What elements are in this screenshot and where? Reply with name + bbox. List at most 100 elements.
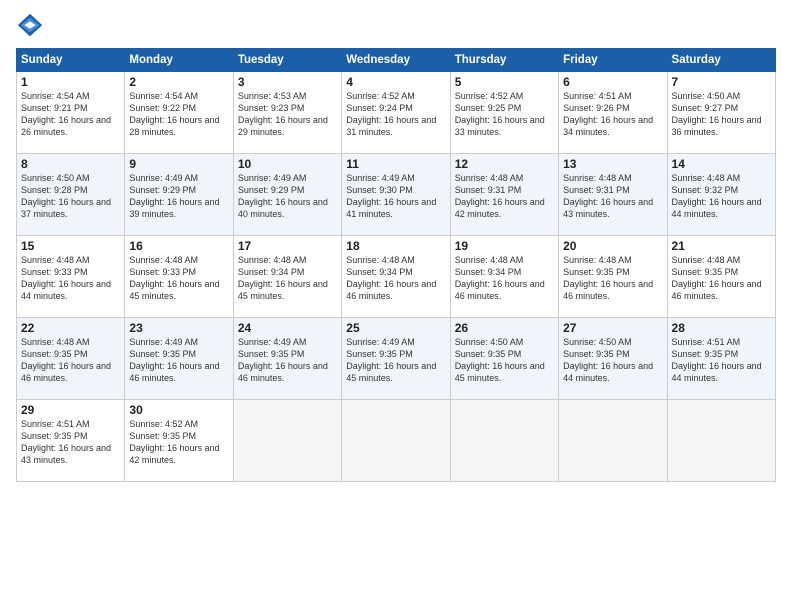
day-number: 1 (21, 75, 120, 89)
day-info: Sunrise: 4:49 AM Sunset: 9:29 PM Dayligh… (238, 172, 337, 221)
day-info: Sunrise: 4:48 AM Sunset: 9:33 PM Dayligh… (21, 254, 120, 303)
day-info: Sunrise: 4:48 AM Sunset: 9:32 PM Dayligh… (672, 172, 771, 221)
col-header-friday: Friday (559, 49, 667, 72)
day-number: 30 (129, 403, 228, 417)
day-info: Sunrise: 4:50 AM Sunset: 9:35 PM Dayligh… (563, 336, 662, 385)
calendar-cell: 26 Sunrise: 4:50 AM Sunset: 9:35 PM Dayl… (450, 318, 558, 400)
logo-icon (16, 12, 44, 40)
calendar-cell: 22 Sunrise: 4:48 AM Sunset: 9:35 PM Dayl… (17, 318, 125, 400)
day-number: 18 (346, 239, 445, 253)
calendar-cell: 14 Sunrise: 4:48 AM Sunset: 9:32 PM Dayl… (667, 154, 775, 236)
calendar-cell: 12 Sunrise: 4:48 AM Sunset: 9:31 PM Dayl… (450, 154, 558, 236)
col-header-tuesday: Tuesday (233, 49, 341, 72)
day-info: Sunrise: 4:49 AM Sunset: 9:35 PM Dayligh… (129, 336, 228, 385)
calendar-cell: 20 Sunrise: 4:48 AM Sunset: 9:35 PM Dayl… (559, 236, 667, 318)
calendar-cell: 3 Sunrise: 4:53 AM Sunset: 9:23 PM Dayli… (233, 72, 341, 154)
day-info: Sunrise: 4:51 AM Sunset: 9:35 PM Dayligh… (672, 336, 771, 385)
day-number: 20 (563, 239, 662, 253)
day-info: Sunrise: 4:48 AM Sunset: 9:33 PM Dayligh… (129, 254, 228, 303)
day-number: 25 (346, 321, 445, 335)
calendar-cell: 5 Sunrise: 4:52 AM Sunset: 9:25 PM Dayli… (450, 72, 558, 154)
day-info: Sunrise: 4:49 AM Sunset: 9:30 PM Dayligh… (346, 172, 445, 221)
calendar-week-4: 22 Sunrise: 4:48 AM Sunset: 9:35 PM Dayl… (17, 318, 776, 400)
calendar-table: SundayMondayTuesdayWednesdayThursdayFrid… (16, 48, 776, 482)
day-number: 23 (129, 321, 228, 335)
day-info: Sunrise: 4:50 AM Sunset: 9:35 PM Dayligh… (455, 336, 554, 385)
day-number: 15 (21, 239, 120, 253)
calendar-cell: 17 Sunrise: 4:48 AM Sunset: 9:34 PM Dayl… (233, 236, 341, 318)
day-number: 24 (238, 321, 337, 335)
calendar-cell: 9 Sunrise: 4:49 AM Sunset: 9:29 PM Dayli… (125, 154, 233, 236)
day-info: Sunrise: 4:49 AM Sunset: 9:35 PM Dayligh… (238, 336, 337, 385)
calendar-cell: 15 Sunrise: 4:48 AM Sunset: 9:33 PM Dayl… (17, 236, 125, 318)
calendar-cell: 7 Sunrise: 4:50 AM Sunset: 9:27 PM Dayli… (667, 72, 775, 154)
day-number: 21 (672, 239, 771, 253)
day-info: Sunrise: 4:52 AM Sunset: 9:24 PM Dayligh… (346, 90, 445, 139)
calendar-cell: 2 Sunrise: 4:54 AM Sunset: 9:22 PM Dayli… (125, 72, 233, 154)
col-header-thursday: Thursday (450, 49, 558, 72)
calendar-cell: 19 Sunrise: 4:48 AM Sunset: 9:34 PM Dayl… (450, 236, 558, 318)
calendar-cell (667, 400, 775, 482)
day-number: 6 (563, 75, 662, 89)
day-info: Sunrise: 4:51 AM Sunset: 9:26 PM Dayligh… (563, 90, 662, 139)
calendar-header-row: SundayMondayTuesdayWednesdayThursdayFrid… (17, 49, 776, 72)
day-info: Sunrise: 4:54 AM Sunset: 9:22 PM Dayligh… (129, 90, 228, 139)
day-info: Sunrise: 4:48 AM Sunset: 9:34 PM Dayligh… (238, 254, 337, 303)
calendar-week-5: 29 Sunrise: 4:51 AM Sunset: 9:35 PM Dayl… (17, 400, 776, 482)
day-info: Sunrise: 4:49 AM Sunset: 9:29 PM Dayligh… (129, 172, 228, 221)
day-number: 2 (129, 75, 228, 89)
day-number: 22 (21, 321, 120, 335)
calendar-cell (342, 400, 450, 482)
day-number: 27 (563, 321, 662, 335)
day-number: 29 (21, 403, 120, 417)
day-number: 13 (563, 157, 662, 171)
day-number: 4 (346, 75, 445, 89)
calendar-cell: 4 Sunrise: 4:52 AM Sunset: 9:24 PM Dayli… (342, 72, 450, 154)
day-info: Sunrise: 4:50 AM Sunset: 9:27 PM Dayligh… (672, 90, 771, 139)
calendar-week-3: 15 Sunrise: 4:48 AM Sunset: 9:33 PM Dayl… (17, 236, 776, 318)
calendar-week-2: 8 Sunrise: 4:50 AM Sunset: 9:28 PM Dayli… (17, 154, 776, 236)
day-info: Sunrise: 4:54 AM Sunset: 9:21 PM Dayligh… (21, 90, 120, 139)
day-number: 28 (672, 321, 771, 335)
day-number: 17 (238, 239, 337, 253)
calendar-cell (233, 400, 341, 482)
col-header-monday: Monday (125, 49, 233, 72)
calendar-cell: 24 Sunrise: 4:49 AM Sunset: 9:35 PM Dayl… (233, 318, 341, 400)
logo (16, 12, 48, 40)
calendar-cell: 29 Sunrise: 4:51 AM Sunset: 9:35 PM Dayl… (17, 400, 125, 482)
calendar-week-1: 1 Sunrise: 4:54 AM Sunset: 9:21 PM Dayli… (17, 72, 776, 154)
day-number: 19 (455, 239, 554, 253)
day-number: 11 (346, 157, 445, 171)
calendar-cell: 6 Sunrise: 4:51 AM Sunset: 9:26 PM Dayli… (559, 72, 667, 154)
page: SundayMondayTuesdayWednesdayThursdayFrid… (0, 0, 792, 612)
calendar-cell: 13 Sunrise: 4:48 AM Sunset: 9:31 PM Dayl… (559, 154, 667, 236)
day-info: Sunrise: 4:48 AM Sunset: 9:34 PM Dayligh… (455, 254, 554, 303)
calendar-cell: 1 Sunrise: 4:54 AM Sunset: 9:21 PM Dayli… (17, 72, 125, 154)
day-number: 12 (455, 157, 554, 171)
day-info: Sunrise: 4:48 AM Sunset: 9:35 PM Dayligh… (21, 336, 120, 385)
calendar-cell: 27 Sunrise: 4:50 AM Sunset: 9:35 PM Dayl… (559, 318, 667, 400)
day-info: Sunrise: 4:51 AM Sunset: 9:35 PM Dayligh… (21, 418, 120, 467)
calendar-cell: 8 Sunrise: 4:50 AM Sunset: 9:28 PM Dayli… (17, 154, 125, 236)
day-info: Sunrise: 4:48 AM Sunset: 9:35 PM Dayligh… (672, 254, 771, 303)
day-info: Sunrise: 4:48 AM Sunset: 9:35 PM Dayligh… (563, 254, 662, 303)
day-info: Sunrise: 4:48 AM Sunset: 9:31 PM Dayligh… (455, 172, 554, 221)
calendar-cell: 25 Sunrise: 4:49 AM Sunset: 9:35 PM Dayl… (342, 318, 450, 400)
calendar-cell: 30 Sunrise: 4:52 AM Sunset: 9:35 PM Dayl… (125, 400, 233, 482)
day-info: Sunrise: 4:50 AM Sunset: 9:28 PM Dayligh… (21, 172, 120, 221)
calendar-cell: 23 Sunrise: 4:49 AM Sunset: 9:35 PM Dayl… (125, 318, 233, 400)
day-number: 16 (129, 239, 228, 253)
calendar-cell: 16 Sunrise: 4:48 AM Sunset: 9:33 PM Dayl… (125, 236, 233, 318)
day-info: Sunrise: 4:49 AM Sunset: 9:35 PM Dayligh… (346, 336, 445, 385)
day-number: 10 (238, 157, 337, 171)
day-info: Sunrise: 4:48 AM Sunset: 9:34 PM Dayligh… (346, 254, 445, 303)
calendar-cell (559, 400, 667, 482)
col-header-sunday: Sunday (17, 49, 125, 72)
day-info: Sunrise: 4:53 AM Sunset: 9:23 PM Dayligh… (238, 90, 337, 139)
calendar-cell: 18 Sunrise: 4:48 AM Sunset: 9:34 PM Dayl… (342, 236, 450, 318)
day-number: 3 (238, 75, 337, 89)
day-number: 7 (672, 75, 771, 89)
calendar-cell: 11 Sunrise: 4:49 AM Sunset: 9:30 PM Dayl… (342, 154, 450, 236)
day-info: Sunrise: 4:52 AM Sunset: 9:35 PM Dayligh… (129, 418, 228, 467)
calendar-cell: 10 Sunrise: 4:49 AM Sunset: 9:29 PM Dayl… (233, 154, 341, 236)
